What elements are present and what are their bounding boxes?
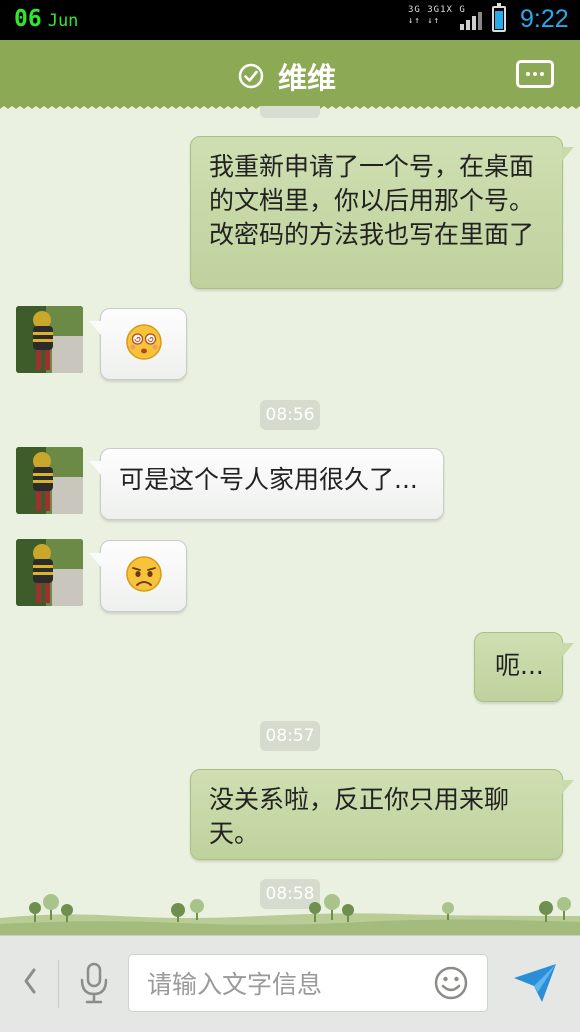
previous-timestamp-chip (260, 106, 320, 118)
more-menu-icon[interactable] (516, 60, 554, 88)
check-circle-icon (238, 63, 264, 89)
message-input[interactable] (145, 965, 419, 1003)
status-month: Jun (47, 11, 79, 31)
avatar[interactable] (16, 447, 83, 514)
microphone-icon[interactable] (78, 962, 110, 1004)
timestamp-chip: 08:57 (260, 721, 320, 751)
landscape-decoration (0, 894, 580, 936)
send-icon[interactable] (512, 962, 558, 1004)
battery-icon (492, 3, 506, 32)
back-chevron-icon[interactable] (20, 966, 40, 996)
network-activity-label: ↓↑ ↓↑ (408, 16, 441, 26)
message-outgoing[interactable]: 我重新申请了一个号，在桌面的文档里，你以后用那个号。改密码的方法我也写在里面了 (190, 136, 574, 289)
smiley-icon[interactable] (433, 965, 469, 1001)
sad-face-icon (126, 556, 162, 592)
timestamp-chip: 08:56 (260, 400, 320, 430)
status-time: 9:22 (520, 5, 569, 33)
message-text: 呃... (495, 651, 544, 680)
input-divider (58, 960, 59, 1008)
message-incoming[interactable] (89, 308, 187, 380)
avatar[interactable] (16, 306, 83, 373)
message-text: 没关系啦，反正你只用来聊天。 (209, 785, 510, 848)
signal-icon (460, 12, 484, 30)
avatar-photo (16, 447, 83, 514)
status-day: 06 (14, 6, 42, 32)
avatar-photo (16, 539, 83, 606)
input-bar (0, 935, 580, 1032)
message-outgoing[interactable]: 没关系啦，反正你只用来聊天。 (190, 769, 574, 860)
dizzy-face-icon (126, 324, 162, 360)
network-indicator: 3G 3G1X G ↓↑ ↓↑ (408, 5, 466, 27)
status-date: 06 Jun (14, 6, 78, 32)
message-text: 可是这个号人家用很久了... (119, 465, 418, 494)
contact-name: 维维 (278, 61, 337, 95)
status-bar: 06 Jun 3G 3G1X G ↓↑ ↓↑ 9:22 (0, 0, 580, 40)
message-incoming[interactable] (89, 540, 187, 612)
message-outgoing[interactable]: 呃... (474, 632, 574, 702)
message-list[interactable]: 我重新申请了一个号，在桌面的文档里，你以后用那个号。改密码的方法我也写在里面了 … (0, 106, 580, 935)
contact-title: 维维 (238, 55, 336, 97)
message-input-box[interactable] (128, 954, 488, 1012)
network-type-label: 3G 3G1X G (408, 5, 466, 15)
avatar[interactable] (16, 539, 83, 606)
message-text: 我重新申请了一个号，在桌面的文档里，你以后用那个号。改密码的方法我也写在里面了 (209, 152, 535, 249)
message-incoming[interactable]: 可是这个号人家用很久了... (89, 448, 444, 520)
avatar-photo (16, 306, 83, 373)
chat-header: 维维 (0, 40, 580, 106)
